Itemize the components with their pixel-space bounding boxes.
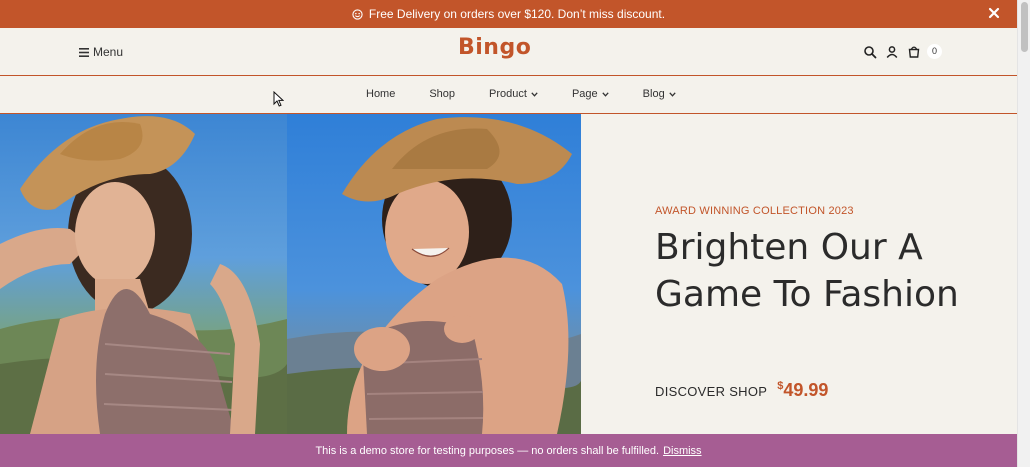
header-icons: 0: [863, 44, 942, 59]
hero-cta: DISCOVER SHOP $49.99: [655, 380, 828, 401]
nav-item-product[interactable]: Product: [489, 88, 538, 100]
user-icon[interactable]: [885, 45, 899, 59]
site-header: Menu Bingo 0: [0, 28, 1017, 76]
site-logo[interactable]: Bingo: [458, 35, 531, 60]
scrollbar-thumb[interactable]: [1021, 2, 1028, 52]
hamburger-icon: [79, 47, 89, 57]
page-scrollbar[interactable]: [1017, 0, 1030, 467]
nav-item-label: Blog: [642, 88, 665, 100]
main-nav: Home Shop Product Page Blog: [0, 77, 1017, 114]
menu-button[interactable]: Menu: [79, 45, 123, 59]
hero-kicker: AWARD WINNING COLLECTION 2023: [655, 205, 854, 217]
price-value: 49.99: [783, 380, 829, 400]
hero-photo-left: [0, 114, 287, 434]
nav-item-page[interactable]: Page: [572, 88, 609, 100]
chevron-down-icon: [669, 91, 676, 97]
hero-photo-right: [287, 114, 581, 434]
cart-icon[interactable]: [907, 45, 921, 59]
nav-item-label: Home: [366, 88, 396, 100]
hero-price: $49.99: [777, 380, 828, 401]
nav-item-label: Page: [571, 88, 598, 100]
nav-item-shop[interactable]: Shop: [429, 88, 455, 100]
hero-headline: Brighten Our A Game To Fashion: [655, 227, 959, 315]
chevron-down-icon: [531, 91, 538, 97]
discover-shop-link[interactable]: DISCOVER SHOP: [655, 384, 767, 399]
menu-label: Menu: [93, 45, 124, 59]
announcement-bar: Free Delivery on orders over $120. Don’t…: [0, 0, 1017, 28]
nav-item-label: Shop: [429, 88, 456, 100]
smile-icon: [352, 8, 363, 20]
nav-item-blog[interactable]: Blog: [643, 88, 676, 100]
close-icon[interactable]: [987, 6, 1001, 20]
demo-store-notice: This is a demo store for testing purpose…: [0, 434, 1017, 467]
cart-count-badge: 0: [927, 44, 942, 59]
mouse-cursor-icon: [273, 91, 284, 107]
nav-item-label: Product: [489, 88, 527, 100]
announcement-text: Free Delivery on orders over $120. Don’t…: [368, 7, 666, 21]
chevron-down-icon: [601, 91, 609, 97]
search-icon[interactable]: [863, 45, 877, 59]
dismiss-link[interactable]: Dismiss: [663, 445, 702, 457]
demo-notice-text: This is a demo store for testing purpose…: [315, 444, 660, 457]
nav-item-home[interactable]: Home: [366, 88, 395, 100]
hero-banner: AWARD WINNING COLLECTION 2023 Brighten O…: [0, 114, 1017, 434]
